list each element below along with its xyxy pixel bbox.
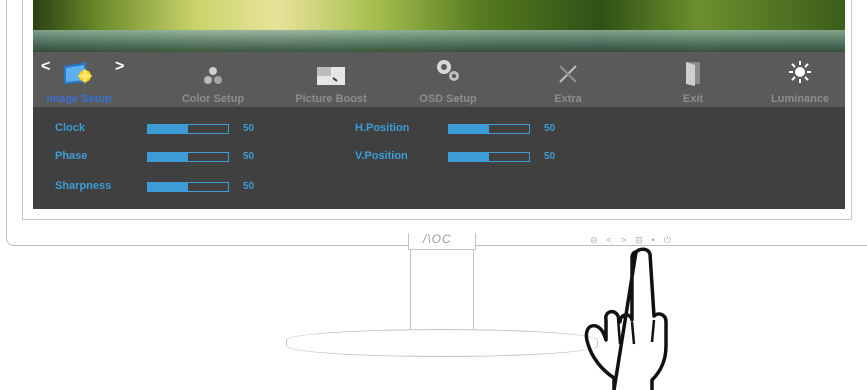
phase-label: Phase — [55, 150, 88, 162]
brand-logo: /\OC — [423, 232, 452, 246]
osd-setup-icon — [433, 58, 463, 89]
v-position-slider[interactable] — [448, 152, 530, 162]
led-indicator-icon: • — [651, 235, 664, 245]
v-position-value: 50 — [544, 151, 556, 162]
slider-fill — [449, 153, 489, 161]
osd-menu-bar: < > Image Setup Color Setup Picture Boos… — [33, 52, 845, 107]
stand-base — [286, 329, 598, 357]
tab-label: Extra — [554, 93, 582, 105]
tab-luminance[interactable]: Luminance — [755, 52, 845, 107]
front-panel-buttons: ⊖<>⊟•⏻ — [590, 235, 680, 246]
power-button-icon[interactable]: ⊖ — [590, 235, 607, 245]
right-button-icon[interactable]: > — [621, 235, 635, 245]
image-setup-icon — [62, 60, 96, 91]
lake-water — [33, 30, 845, 52]
stand-neck — [410, 249, 474, 333]
tab-label: Image Setup — [46, 93, 112, 105]
power-icon[interactable]: ⏻ — [664, 235, 680, 245]
left-button-icon[interactable]: < — [607, 235, 621, 245]
tab-label: Color Setup — [181, 93, 245, 105]
h-position-slider[interactable] — [448, 124, 530, 134]
sharpness-value: 50 — [243, 181, 255, 192]
slider-fill — [449, 125, 489, 133]
pointing-hand-icon — [584, 247, 668, 390]
monitor-screen: < > Image Setup Color Setup Picture Boos… — [33, 0, 845, 209]
tab-image-setup[interactable]: Image Setup — [33, 52, 125, 107]
background-landscape-image — [33, 0, 845, 52]
phase-slider[interactable] — [147, 152, 229, 162]
tab-label: Picture Boost — [295, 93, 367, 105]
clock-slider[interactable] — [147, 124, 229, 134]
tab-extra[interactable]: Extra — [528, 52, 608, 107]
phase-value: 50 — [243, 151, 255, 162]
tab-label: Exit — [682, 93, 704, 105]
h-position-label: H.Position — [355, 122, 410, 134]
exit-door-icon — [683, 60, 703, 91]
picture-boost-icon — [316, 66, 346, 91]
settings-panel: Clock 50 Phase 50 Sharpness 50 H.Positio… — [33, 107, 845, 209]
menu-button-icon[interactable]: ⊟ — [635, 235, 652, 245]
tab-exit[interactable]: Exit — [653, 52, 733, 107]
tab-label: OSD Setup — [419, 93, 477, 105]
sharpness-slider[interactable] — [147, 182, 229, 192]
slider-fill — [148, 183, 188, 191]
v-position-label: V.Position — [355, 150, 408, 162]
extra-tools-icon — [556, 62, 580, 91]
sharpness-label: Sharpness — [55, 180, 112, 192]
clock-label: Clock — [55, 122, 85, 134]
slider-fill — [148, 125, 188, 133]
color-setup-icon — [202, 66, 224, 91]
slider-fill — [148, 153, 188, 161]
luminance-sun-icon — [788, 60, 812, 89]
clock-value: 50 — [243, 123, 255, 134]
tab-color-setup[interactable]: Color Setup — [168, 52, 258, 107]
tab-picture-boost[interactable]: Picture Boost — [286, 52, 376, 107]
tab-osd-setup[interactable]: OSD Setup — [403, 52, 493, 107]
h-position-value: 50 — [544, 123, 556, 134]
tab-label: Luminance — [770, 93, 830, 105]
